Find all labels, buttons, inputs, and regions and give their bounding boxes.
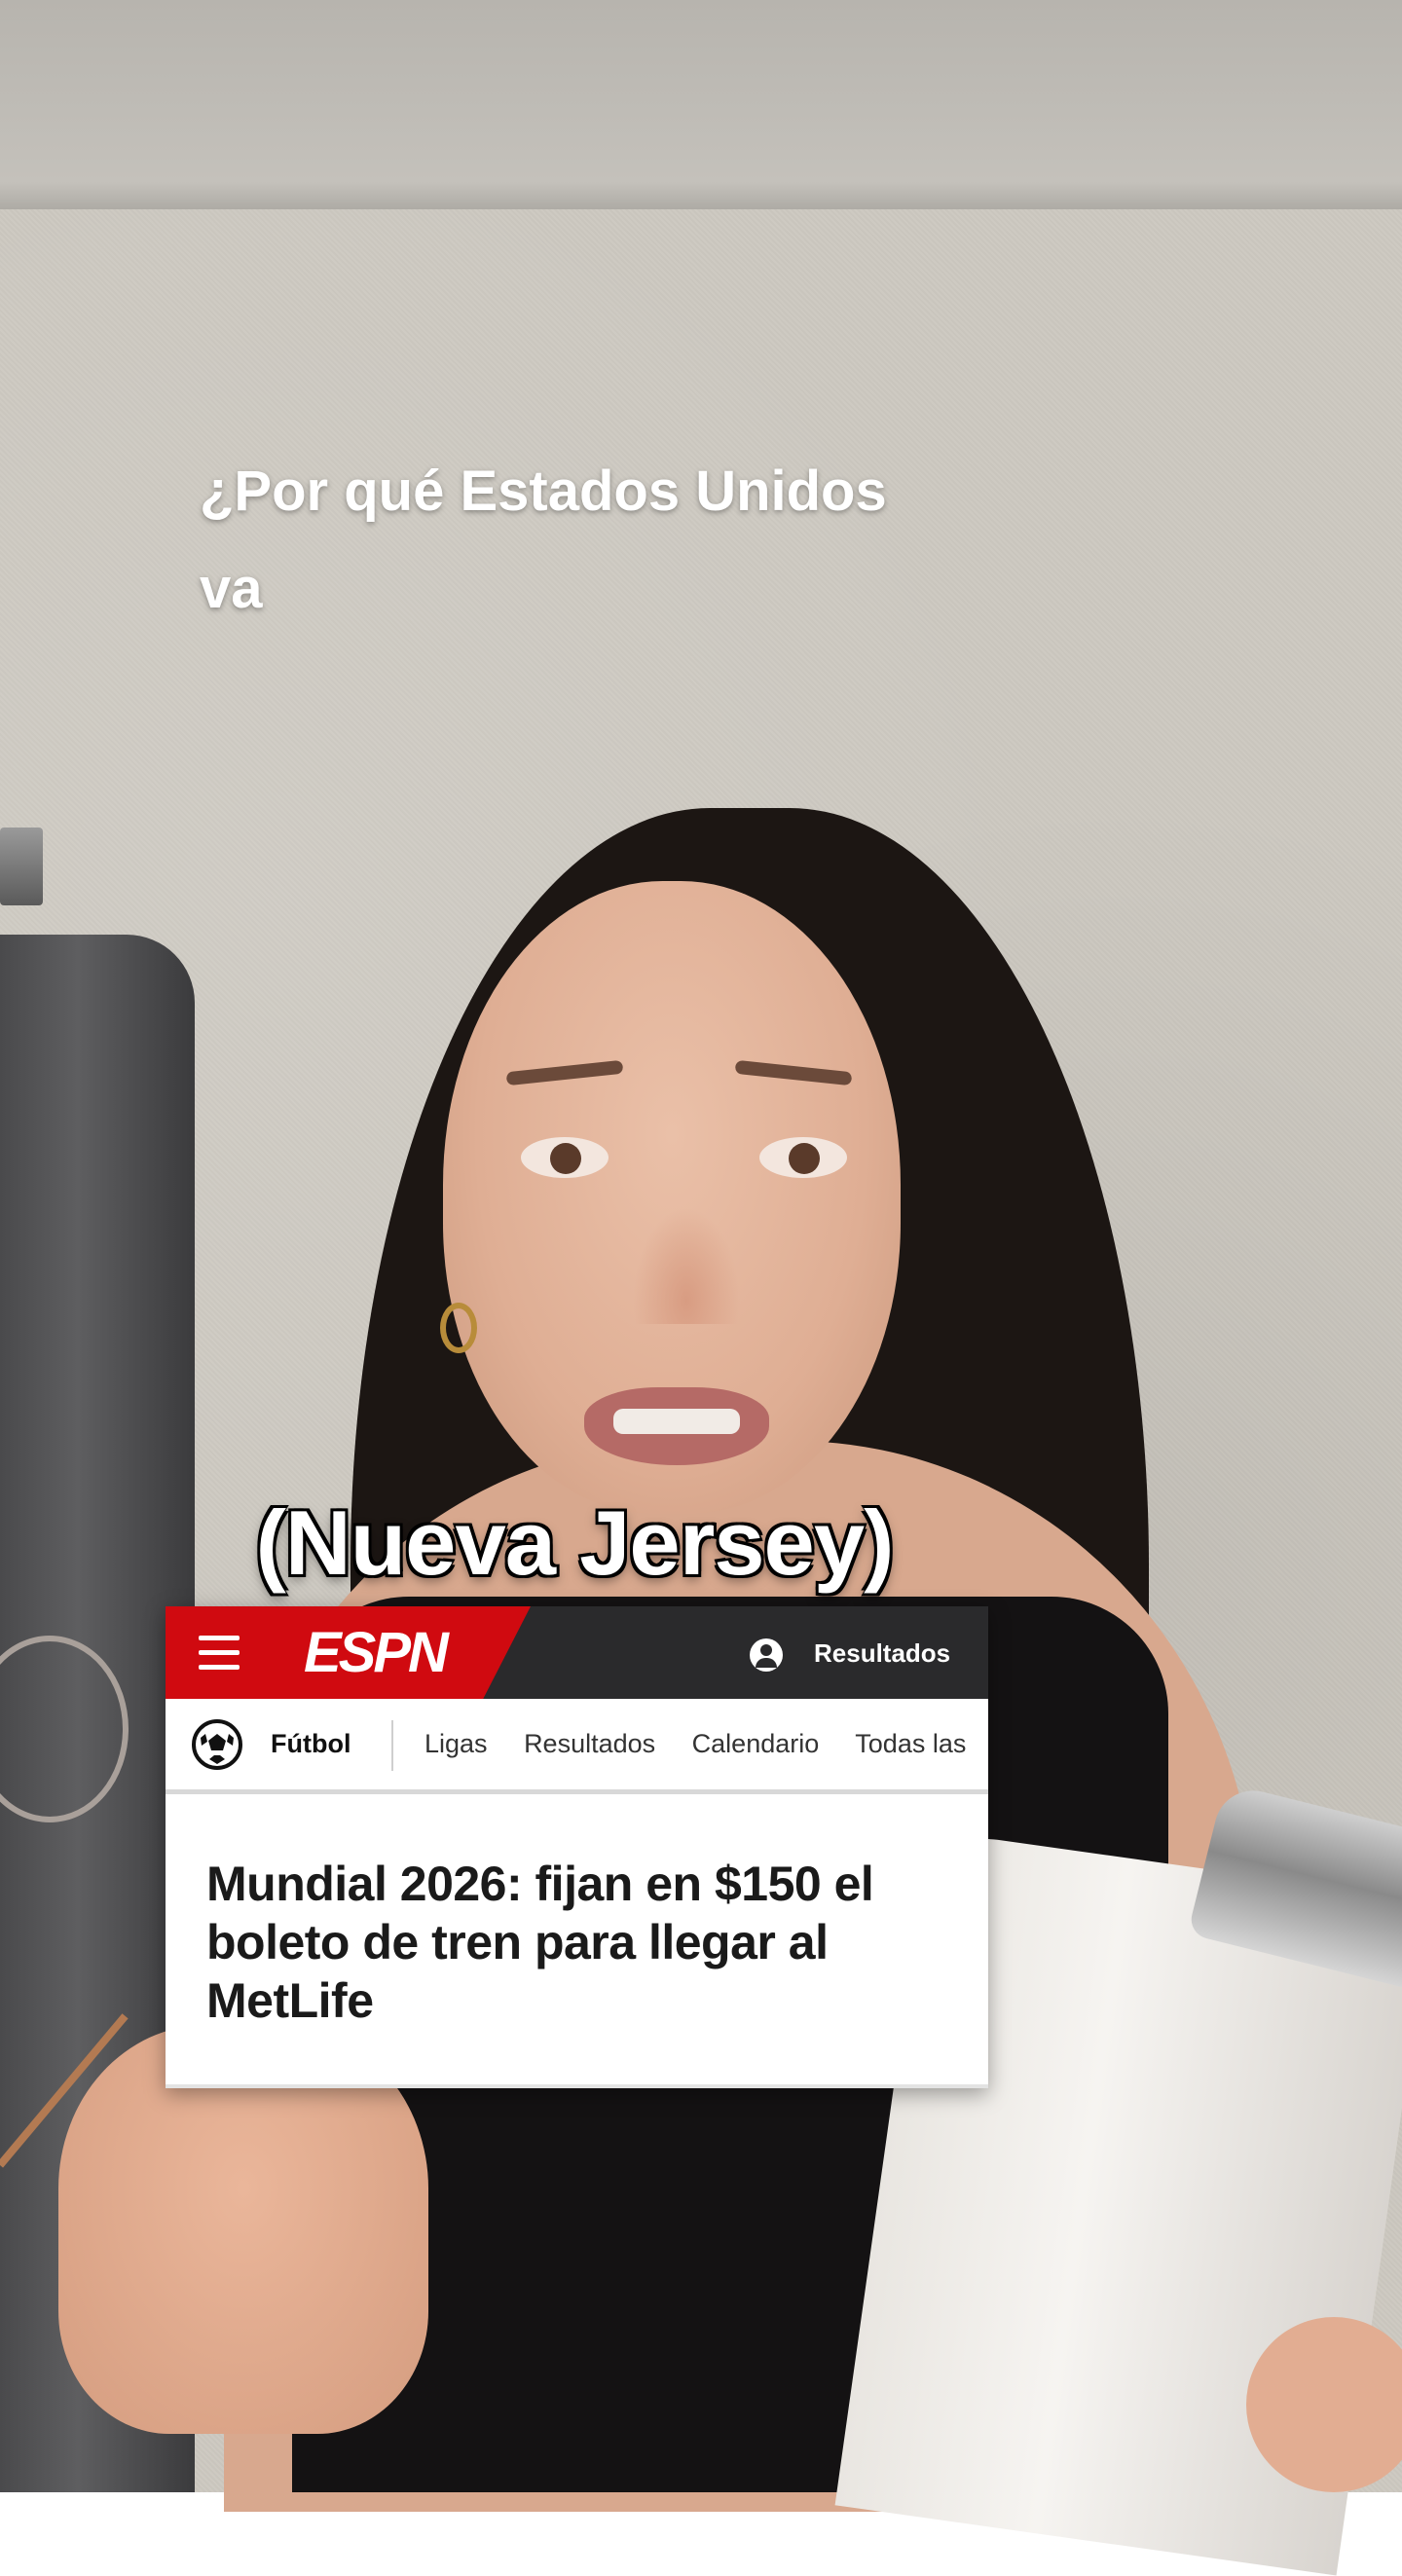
right-eye xyxy=(759,1137,847,1178)
header-results-link[interactable]: Resultados xyxy=(814,1636,950,1671)
wall-hook xyxy=(0,828,43,905)
left-eye xyxy=(521,1137,609,1178)
mouth xyxy=(584,1387,769,1465)
sport-subnav: Fútbol Ligas Resultados Calendario Todas… xyxy=(166,1699,988,1794)
article-headline[interactable]: Mundial 2026: fijan en $150 el boleto de… xyxy=(206,1855,956,2030)
subnav-item-todas[interactable]: Todas las xyxy=(855,1729,966,1758)
sport-label[interactable]: Fútbol xyxy=(271,1726,350,1761)
espn-article-card[interactable]: ESPN Resultados Fútbol Ligas Resultados … xyxy=(166,1606,988,2088)
caption-line-1: ¿Por qué Estados Unidos xyxy=(200,460,887,523)
subnav-item-resultados[interactable]: Resultados xyxy=(524,1729,655,1758)
earring xyxy=(440,1303,477,1353)
menu-icon[interactable] xyxy=(199,1636,240,1671)
caption-question: ¿Por qué Estados Unidos va xyxy=(200,443,1076,638)
caption-bubble-text: (Nueva Jersey) xyxy=(255,1491,895,1594)
card-bottom-bar xyxy=(166,2084,988,2088)
espn-logo[interactable]: ESPN xyxy=(304,1624,449,1682)
soccer-ball-icon xyxy=(192,1719,242,1770)
nose xyxy=(633,1207,740,1324)
espn-header: ESPN Resultados xyxy=(166,1606,988,1699)
subnav-item-ligas[interactable]: Ligas xyxy=(424,1729,488,1758)
subnav-item-calendario[interactable]: Calendario xyxy=(692,1729,820,1758)
subnav-divider xyxy=(391,1720,393,1771)
subnav-items: Ligas Resultados Calendario Todas las xyxy=(424,1726,988,1761)
user-icon[interactable] xyxy=(750,1638,783,1672)
ceiling xyxy=(0,0,1402,214)
caption-line-2: va xyxy=(200,557,263,620)
